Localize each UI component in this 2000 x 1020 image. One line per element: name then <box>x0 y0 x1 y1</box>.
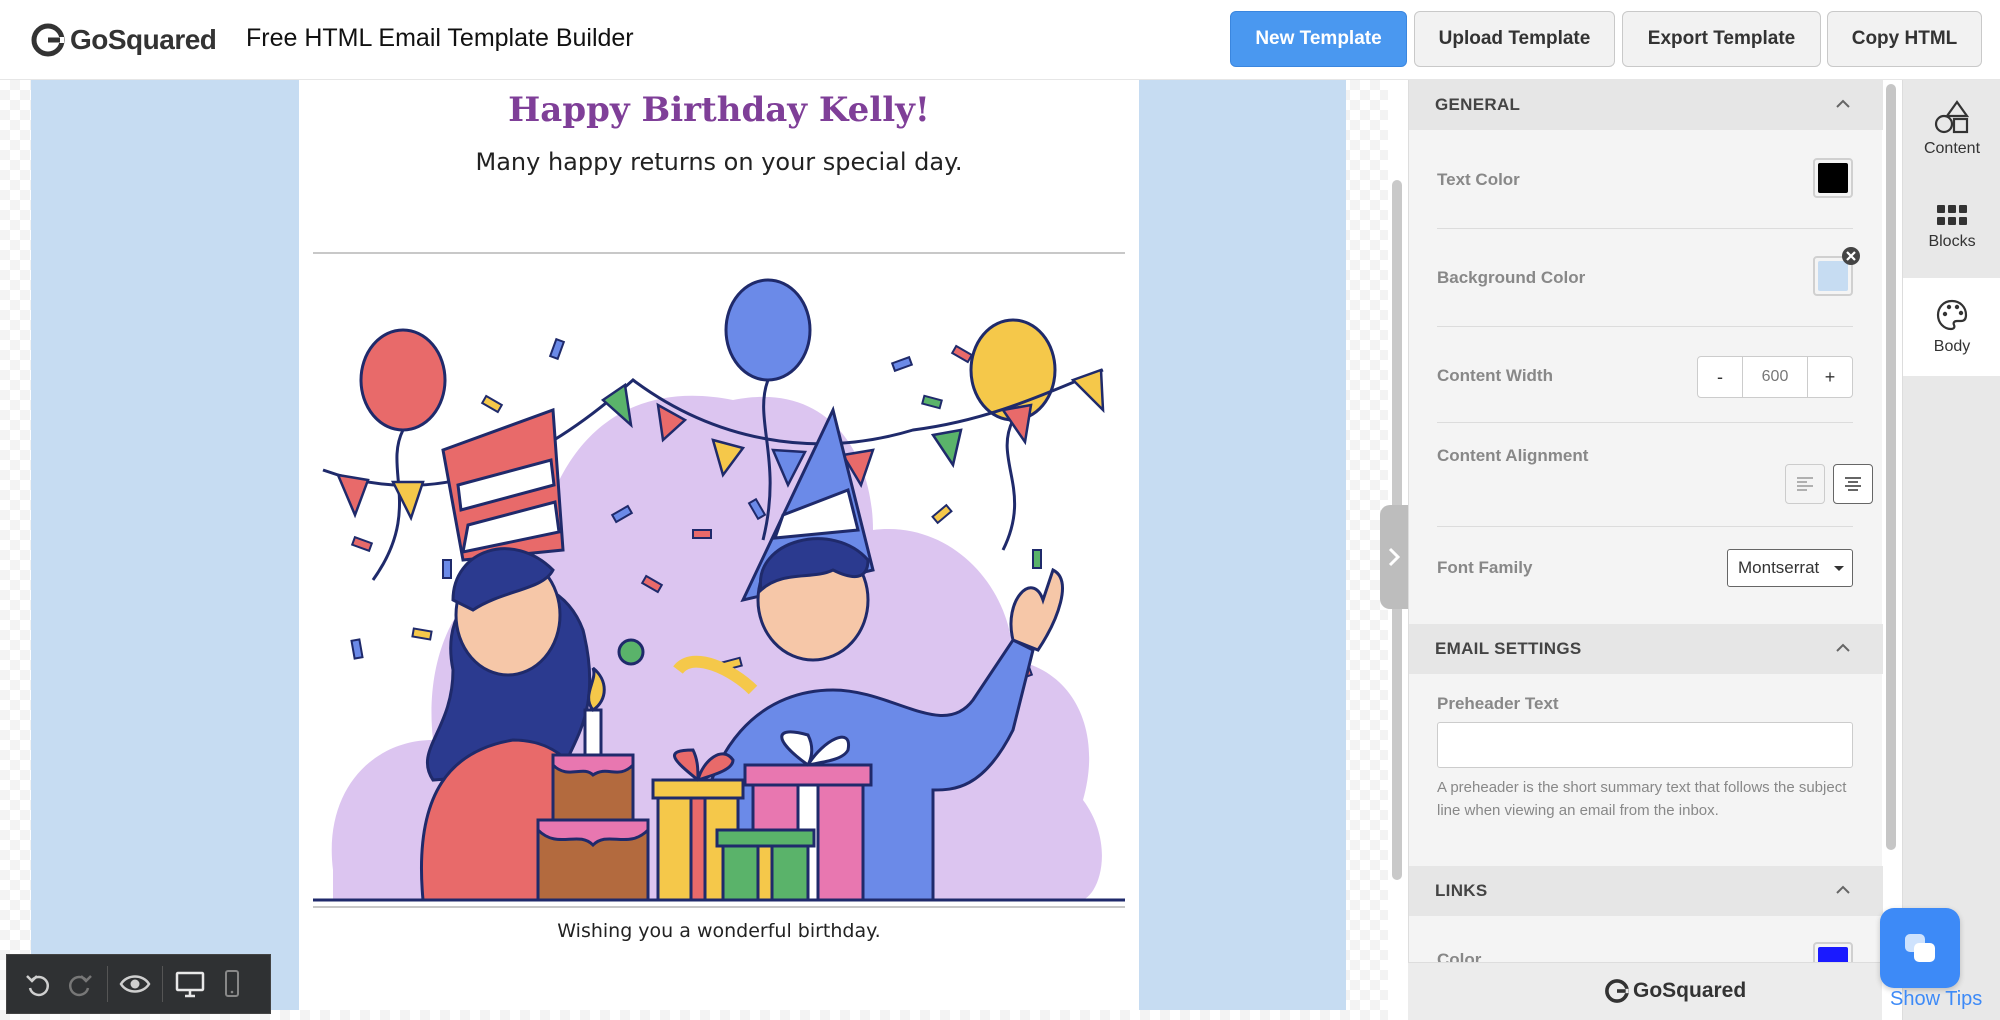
palette-icon <box>1936 299 1968 331</box>
links-section-title: LINKS <box>1435 881 1488 900</box>
undo-button[interactable] <box>21 967 55 1001</box>
content-width-increment-button[interactable]: + <box>1808 357 1852 397</box>
toolbar-separator <box>107 966 108 1002</box>
preheader-text-input[interactable] <box>1437 722 1853 768</box>
email-subheading[interactable]: Many happy returns on your special day. <box>299 148 1139 176</box>
desktop-icon <box>175 971 205 998</box>
email-footer-text[interactable]: Wishing you a wonderful birthday. <box>299 920 1139 942</box>
desktop-view-button[interactable] <box>173 967 207 1001</box>
links-section-header[interactable]: LINKS <box>1409 866 1883 916</box>
row-divider <box>1437 526 1853 527</box>
redo-icon <box>68 975 92 997</box>
mobile-view-button[interactable] <box>215 967 249 1001</box>
clear-color-icon[interactable] <box>1841 246 1861 266</box>
footer-brand-name: GoSquared <box>1633 979 1747 1002</box>
divider-bottom[interactable] <box>313 906 1125 908</box>
bottom-toolbar <box>6 954 271 1014</box>
chevron-up-icon <box>1836 99 1850 108</box>
side-tabs: Content Blocks Body <box>1902 80 2000 1020</box>
preview-button[interactable] <box>118 967 152 1001</box>
content-width-stepper: - 600 + <box>1697 356 1853 398</box>
tab-blocks[interactable]: Blocks <box>1903 178 2000 276</box>
chevron-up-icon <box>1836 643 1850 652</box>
tab-body[interactable]: Body <box>1903 278 2000 376</box>
align-center-icon <box>1845 477 1861 491</box>
content-width-label: Content Width <box>1437 366 1553 385</box>
email-heading[interactable]: Happy Birthday Kelly! <box>299 90 1139 130</box>
tab-content-label: Content <box>1923 140 1981 157</box>
upload-template-button[interactable]: Upload Template <box>1414 11 1615 67</box>
app-title: Free HTML Email Template Builder <box>246 24 634 52</box>
brand-name: GoSquared <box>70 24 217 55</box>
panel-collapse-toggle[interactable] <box>1380 505 1408 609</box>
tab-body-label: Body <box>1933 338 1971 355</box>
font-family-label: Font Family <box>1437 558 1533 577</box>
copy-html-button[interactable]: Copy HTML <box>1827 11 1982 67</box>
chat-button[interactable] <box>1880 908 1960 988</box>
general-section-title: GENERAL <box>1435 95 1521 114</box>
align-left-icon <box>1797 477 1813 491</box>
chat-icon <box>1905 934 1935 962</box>
preview-eye-icon <box>119 975 151 993</box>
background-color-label: Background Color <box>1437 268 1586 287</box>
tab-content[interactable]: Content <box>1903 80 2000 178</box>
editor-canvas[interactable]: Happy Birthday Kelly! Many happy returns… <box>0 80 1388 1020</box>
app-root: GoSquared Free HTML Email Template Build… <box>0 0 2000 1020</box>
new-template-button[interactable]: New Template <box>1230 11 1407 67</box>
panel-footer: GoSquared <box>1408 962 1882 1020</box>
align-left-button[interactable] <box>1785 464 1825 504</box>
text-color-fill <box>1818 163 1848 193</box>
grid-icon <box>1937 205 1967 225</box>
toolbar-separator <box>162 966 163 1002</box>
email-settings-section-header[interactable]: EMAIL SETTINGS <box>1409 624 1883 674</box>
preheader-text-label: Preheader Text <box>1437 694 1559 713</box>
content-width-decrement-button[interactable]: - <box>1698 357 1742 397</box>
birthday-illustration[interactable] <box>313 270 1125 910</box>
content-width-value[interactable]: 600 <box>1742 357 1808 397</box>
email-background[interactable]: Happy Birthday Kelly! Many happy returns… <box>31 80 1346 1010</box>
chevron-right-icon <box>1388 547 1401 567</box>
export-template-button[interactable]: Export Template <box>1622 11 1821 67</box>
text-color-swatch[interactable] <box>1813 158 1853 198</box>
row-divider <box>1437 422 1853 423</box>
chevron-up-icon <box>1836 885 1850 894</box>
undo-icon <box>26 975 50 997</box>
top-bar: GoSquared Free HTML Email Template Build… <box>0 0 2000 80</box>
mobile-icon <box>225 970 239 997</box>
text-color-label: Text Color <box>1437 170 1520 189</box>
divider-top[interactable] <box>313 252 1125 254</box>
font-family-value: Montserrat <box>1738 558 1820 577</box>
caret-down-icon <box>1834 566 1844 571</box>
row-divider <box>1437 326 1853 327</box>
panel-scrollbar[interactable] <box>1886 84 1896 850</box>
email-content[interactable]: Happy Birthday Kelly! Many happy returns… <box>299 80 1139 1010</box>
preheader-help-text: A preheader is the short summary text th… <box>1437 779 1847 819</box>
content-alignment-label: Content Alignment <box>1437 446 1589 465</box>
settings-panel: GENERAL Text Color Background Color Cont… <box>1408 80 1883 1020</box>
gosquared-logo-icon <box>31 23 65 57</box>
shapes-icon <box>1934 100 1970 134</box>
gosquared-logo-icon <box>1605 979 1629 1003</box>
redo-button[interactable] <box>63 967 97 1001</box>
general-section-header[interactable]: GENERAL <box>1409 80 1883 130</box>
font-family-select[interactable]: Montserrat <box>1727 549 1853 587</box>
row-divider <box>1437 228 1853 229</box>
show-tips-link[interactable]: Show Tips <box>1890 988 1982 1011</box>
footer-logo[interactable]: GoSquared <box>1604 978 1746 1004</box>
email-settings-section-title: EMAIL SETTINGS <box>1435 639 1582 658</box>
gosquared-logo[interactable]: GoSquared <box>30 20 217 60</box>
tab-blocks-label: Blocks <box>1928 233 1976 250</box>
align-center-button[interactable] <box>1833 464 1873 504</box>
